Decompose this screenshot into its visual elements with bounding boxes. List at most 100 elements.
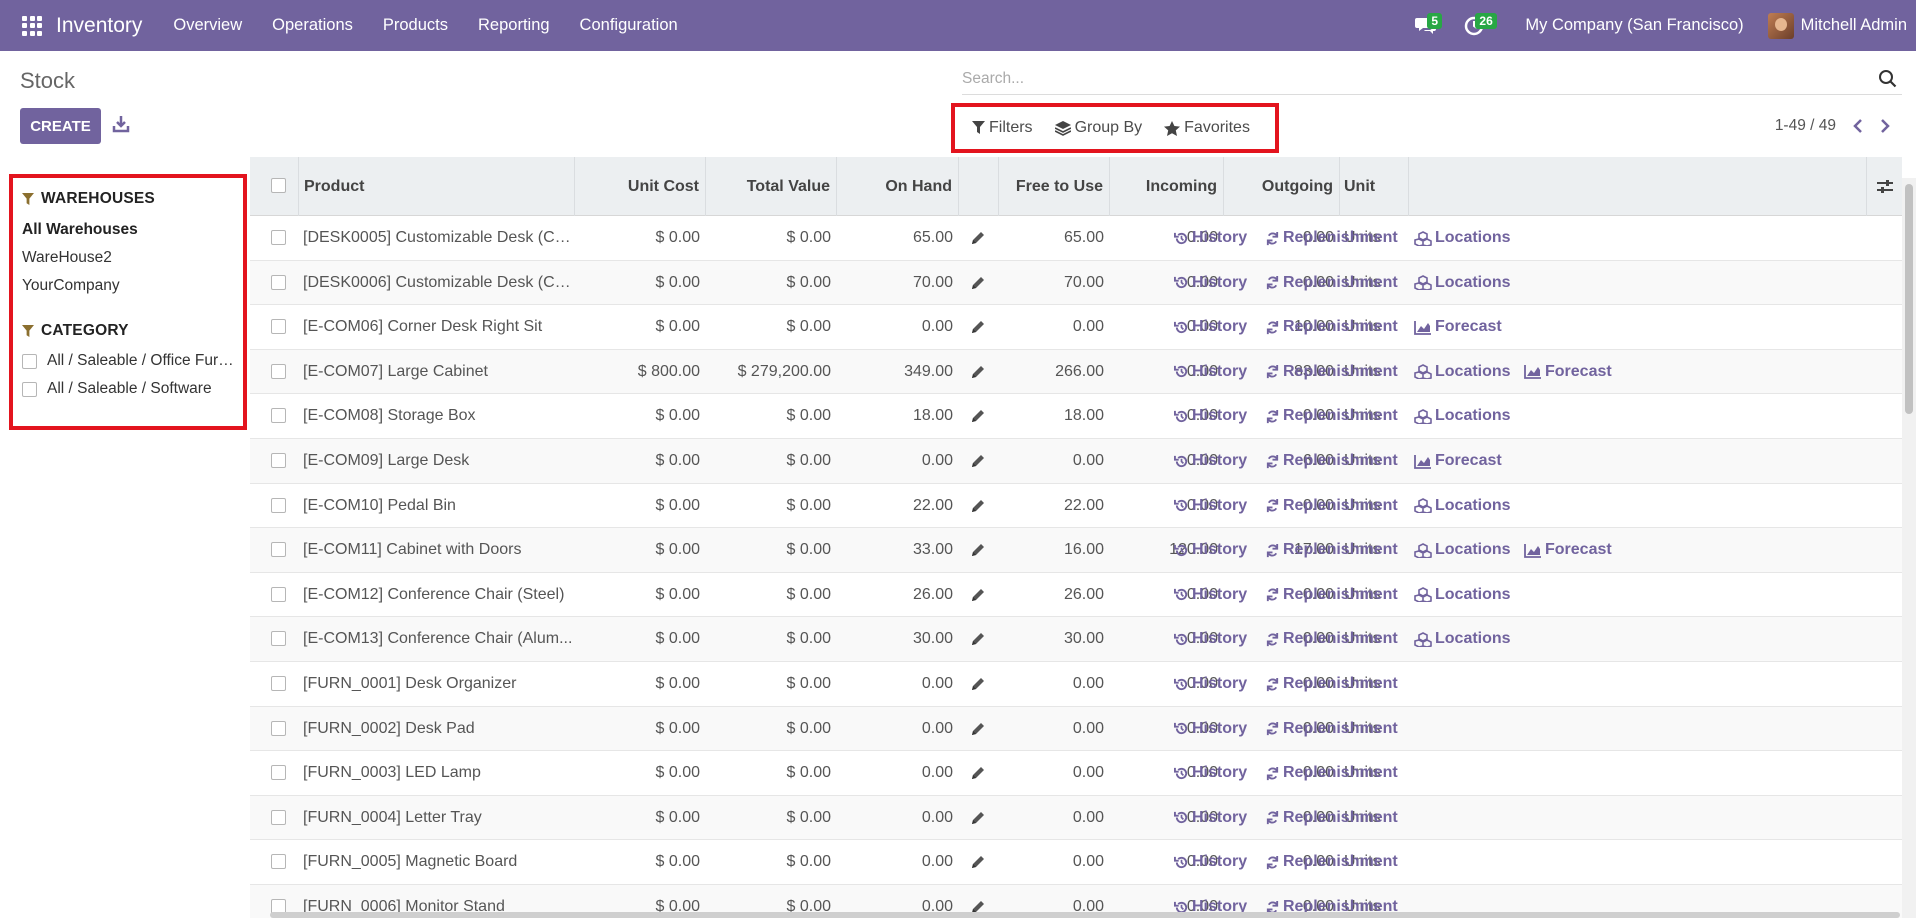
row-checkbox[interactable]: [271, 363, 286, 379]
replenishment-button[interactable]: Replenishment: [1265, 840, 1398, 884]
table-row[interactable]: [FURN_0005] Magnetic Board $ 0.00 $ 0.00 0.…: [250, 840, 1902, 885]
row-checkbox[interactable]: [271, 586, 286, 602]
row-checkbox[interactable]: [271, 230, 286, 245]
category-software[interactable]: All / Saleable / Software: [22, 375, 243, 403]
replenishment-button[interactable]: Replenishment: [1265, 216, 1398, 260]
table-row[interactable]: [E-COM10] Pedal Bin $ 0.00 $ 0.00 22.00 22.0…: [250, 484, 1902, 529]
column-unit-cost[interactable]: Unit Cost: [575, 157, 706, 216]
locations-button[interactable]: Locations: [1414, 350, 1511, 394]
column-total-value[interactable]: Total Value: [706, 157, 837, 216]
table-row[interactable]: [E-COM06] Corner Desk Right Sit $ 0.00 $ 0…: [250, 305, 1902, 350]
replenishment-button[interactable]: Replenishment: [1265, 484, 1398, 528]
pencil-icon[interactable]: [970, 319, 986, 335]
row-checkbox[interactable]: [271, 319, 286, 335]
menu-reporting[interactable]: Reporting: [463, 16, 565, 35]
table-row[interactable]: [E-COM07] Large Cabinet $ 800.00 $ 279,200…: [250, 349, 1902, 395]
locations-button[interactable]: Locations: [1414, 261, 1511, 305]
pencil-icon[interactable]: [970, 854, 986, 870]
forecast-button[interactable]: Forecast: [1524, 350, 1612, 394]
messages-button[interactable]: 5: [1411, 11, 1443, 41]
table-row[interactable]: [E-COM09] Large Desk $ 0.00 $ 0.00 0.00 0.00…: [250, 439, 1902, 484]
table-row[interactable]: [FURN_0003] LED Lamp $ 0.00 $ 0.00 0.00 0.00…: [250, 751, 1902, 796]
warehouse-yourcompany[interactable]: YourCompany: [22, 272, 243, 300]
category-checkbox[interactable]: [22, 353, 37, 369]
history-button[interactable]: History: [1174, 439, 1247, 483]
replenishment-button[interactable]: Replenishment: [1265, 305, 1398, 349]
favorites-button[interactable]: Favorites: [1164, 119, 1250, 137]
locations-button[interactable]: Locations: [1414, 216, 1511, 260]
create-button[interactable]: CREATE: [20, 108, 101, 144]
product-name[interactable]: [E-COM08] Storage Box: [303, 394, 573, 438]
history-button[interactable]: History: [1174, 528, 1247, 572]
replenishment-button[interactable]: Replenishment: [1265, 439, 1398, 483]
download-icon[interactable]: [112, 114, 130, 134]
replenishment-button[interactable]: Replenishment: [1265, 350, 1398, 394]
product-name[interactable]: [E-COM12] Conference Chair (Steel): [303, 573, 573, 617]
forecast-button[interactable]: Forecast: [1414, 439, 1502, 483]
locations-button[interactable]: Locations: [1414, 394, 1511, 438]
history-button[interactable]: History: [1174, 617, 1247, 661]
pencil-icon[interactable]: [970, 676, 986, 692]
pencil-icon[interactable]: [970, 364, 986, 380]
product-name[interactable]: [FURN_0004] Letter Tray: [303, 796, 573, 840]
row-checkbox[interactable]: [271, 720, 286, 736]
pencil-icon[interactable]: [970, 631, 986, 647]
pencil-icon[interactable]: [970, 542, 986, 558]
product-name[interactable]: [E-COM07] Large Cabinet: [303, 350, 573, 394]
product-name[interactable]: [FURN_0003] LED Lamp: [303, 751, 573, 795]
optional-columns-toggle[interactable]: [1867, 157, 1902, 216]
user-menu[interactable]: Mitchell Admin: [1801, 16, 1907, 35]
table-row[interactable]: [E-COM08] Storage Box $ 0.00 $ 0.00 18.00 18…: [250, 394, 1902, 439]
product-name[interactable]: [E-COM11] Cabinet with Doors: [303, 528, 573, 572]
pager-next-button[interactable]: [1877, 116, 1893, 136]
forecast-button[interactable]: Forecast: [1414, 305, 1502, 349]
replenishment-button[interactable]: Replenishment: [1265, 261, 1398, 305]
replenishment-button[interactable]: Replenishment: [1265, 662, 1398, 706]
product-name[interactable]: [E-COM06] Corner Desk Right Sit: [303, 305, 573, 349]
locations-button[interactable]: Locations: [1414, 573, 1511, 617]
column-unit[interactable]: Unit: [1340, 157, 1409, 216]
menu-overview[interactable]: Overview: [158, 16, 257, 35]
select-all-checkbox[interactable]: [271, 178, 286, 193]
history-button[interactable]: History: [1174, 751, 1247, 795]
column-product[interactable]: Product: [299, 157, 575, 216]
filters-button[interactable]: Filters: [972, 119, 1033, 137]
pencil-icon[interactable]: [970, 721, 986, 737]
row-checkbox[interactable]: [271, 542, 286, 558]
row-checkbox[interactable]: [271, 809, 286, 825]
pencil-icon[interactable]: [970, 498, 986, 514]
column-free-to-use[interactable]: Free to Use: [999, 157, 1110, 216]
pencil-icon[interactable]: [970, 275, 986, 291]
user-avatar[interactable]: [1767, 12, 1794, 39]
app-name[interactable]: Inventory: [56, 14, 142, 38]
row-checkbox[interactable]: [271, 854, 286, 870]
product-name[interactable]: [FURN_0001] Desk Organizer: [303, 662, 573, 706]
product-name[interactable]: [DESK0006] Customizable Desk (Cu...: [303, 261, 573, 305]
locations-button[interactable]: Locations: [1414, 528, 1511, 572]
column-outgoing[interactable]: Outgoing: [1224, 157, 1340, 216]
history-button[interactable]: History: [1174, 707, 1247, 751]
history-button[interactable]: History: [1174, 840, 1247, 884]
replenishment-button[interactable]: Replenishment: [1265, 751, 1398, 795]
history-button[interactable]: History: [1174, 216, 1247, 260]
locations-button[interactable]: Locations: [1414, 617, 1511, 661]
history-button[interactable]: History: [1174, 305, 1247, 349]
forecast-button[interactable]: Forecast: [1524, 528, 1612, 572]
history-button[interactable]: History: [1174, 662, 1247, 706]
horizontal-scrollbar[interactable]: [270, 912, 1900, 918]
history-button[interactable]: History: [1174, 350, 1247, 394]
history-button[interactable]: History: [1174, 796, 1247, 840]
table-row[interactable]: [DESK0006] Customizable Desk (Cu... $ 0.0…: [250, 260, 1902, 306]
pencil-icon[interactable]: [970, 587, 986, 603]
group-by-button[interactable]: Group By: [1054, 119, 1142, 137]
pencil-icon[interactable]: [970, 765, 986, 781]
pencil-icon[interactable]: [970, 453, 986, 469]
product-name[interactable]: [DESK0005] Customizable Desk (Cu...: [303, 216, 573, 260]
table-row[interactable]: [E-COM11] Cabinet with Doors $ 0.00 $ 0.00…: [250, 528, 1902, 573]
apps-menu-button[interactable]: [17, 11, 47, 41]
scrollbar-thumb[interactable]: [1905, 184, 1913, 414]
pencil-icon[interactable]: [970, 810, 986, 826]
locations-button[interactable]: Locations: [1414, 484, 1511, 528]
vertical-scrollbar[interactable]: [1902, 178, 1916, 918]
table-row[interactable]: [DESK0005] Customizable Desk (Cu... $ 0.0…: [250, 216, 1902, 261]
